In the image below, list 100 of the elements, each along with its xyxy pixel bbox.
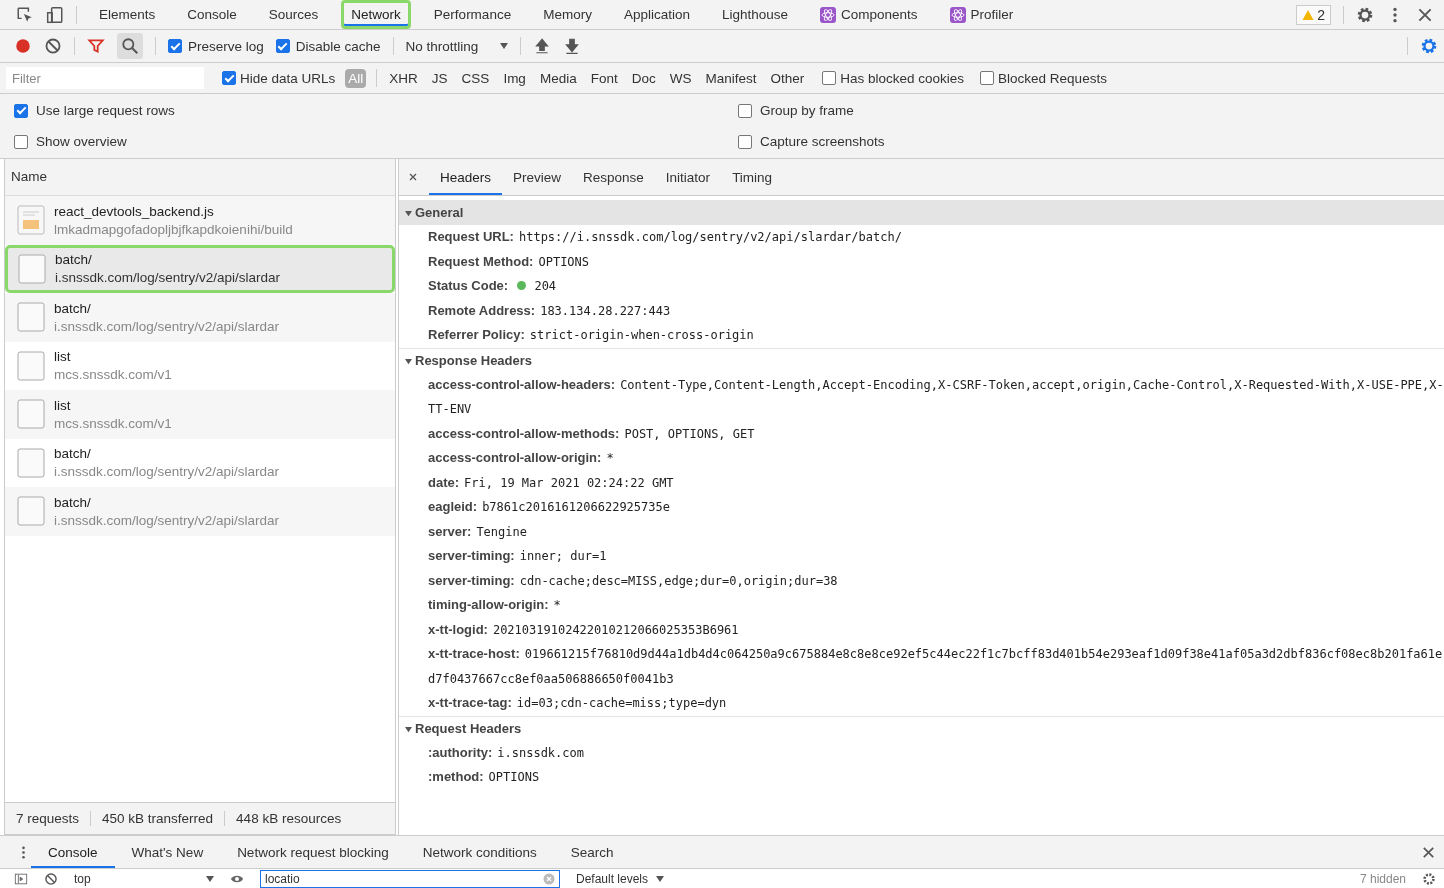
- checkbox[interactable]: [738, 134, 752, 149]
- request-row[interactable]: list mcs.snssdk.com/v1: [5, 341, 395, 390]
- request-name: list: [54, 397, 72, 413]
- header-line: timing-allow-origin: *: [427, 596, 562, 614]
- request-path: mcs.snssdk.com/v1: [54, 367, 172, 383]
- type-filter-button[interactable]: XHR: [387, 68, 420, 88]
- summary-text: 7 requests: [5, 811, 92, 826]
- log-levels-dropdown[interactable]: Default levels: [576, 871, 665, 886]
- warning-badge[interactable]: 2: [1296, 4, 1331, 25]
- section-header[interactable]: General: [399, 200, 1444, 225]
- detail-tab[interactable]: Preview: [502, 159, 573, 195]
- panel-tab[interactable]: Lighthouse: [712, 0, 798, 29]
- context-dropdown[interactable]: top: [74, 871, 214, 886]
- type-filter-button[interactable]: WS: [667, 68, 694, 88]
- panel-tab[interactable]: Profiler: [940, 0, 1023, 29]
- panel-tab[interactable]: Memory: [534, 0, 601, 29]
- filter-field[interactable]: Filter: [6, 67, 204, 89]
- settings-icon[interactable]: [1420, 37, 1438, 55]
- drawer-tab[interactable]: Network conditions: [405, 836, 554, 868]
- section-header[interactable]: Response Headers: [399, 347, 1444, 373]
- checkbox-label: Has blocked cookies: [840, 70, 965, 86]
- settings-icon[interactable]: [1422, 871, 1436, 886]
- request-row[interactable]: list mcs.snssdk.com/v1: [5, 390, 395, 439]
- file-icon: [17, 350, 45, 381]
- panel-tab[interactable]: Console: [178, 0, 246, 29]
- caret-icon: [656, 875, 665, 882]
- console-filter-field[interactable]: locatio: [260, 869, 560, 888]
- settings-icon[interactable]: [1356, 5, 1374, 24]
- request-row[interactable]: react_devtools_backend.js lmkadmapgofadopljbjfkapdkoienihi/build: [5, 196, 395, 245]
- panel-tab[interactable]: Sources: [259, 0, 328, 29]
- checkbox[interactable]: [980, 71, 995, 85]
- type-filter-button[interactable]: Manifest: [703, 68, 759, 88]
- close-icon[interactable]: [408, 172, 418, 182]
- search-icon[interactable]: [117, 33, 143, 59]
- request-name: react_devtools_backend.js: [54, 203, 215, 219]
- panel-tab[interactable]: Application: [614, 0, 699, 29]
- header-line: x-tt-logid: 20210319102422010212066025353B6961: [427, 620, 740, 639]
- column-header[interactable]: Name: [5, 159, 395, 196]
- caret-icon: [206, 875, 214, 882]
- type-filter-button[interactable]: JS: [429, 68, 450, 88]
- sidebar-icon[interactable]: [14, 871, 28, 886]
- type-filter-button[interactable]: Doc: [629, 68, 658, 88]
- panel-tab[interactable]: Network: [341, 0, 411, 29]
- checkbox-label: Capture screenshots: [760, 134, 885, 149]
- header-line: Request Method: OPTIONS: [427, 252, 591, 271]
- drawer-tab[interactable]: Search: [553, 836, 631, 868]
- drawer-tab[interactable]: What's New: [114, 836, 221, 868]
- checkbox[interactable]: [14, 103, 28, 118]
- checkbox[interactable]: [168, 39, 182, 53]
- drawer-tab[interactable]: Console: [31, 836, 115, 868]
- react-logo-icon: [820, 6, 837, 23]
- detail-tab[interactable]: Headers: [429, 159, 503, 195]
- record-icon[interactable]: [14, 37, 32, 55]
- request-path: i.snssdk.com/log/sentry/v2/api/slardar: [54, 318, 280, 334]
- file-icon: [17, 447, 45, 478]
- type-filter-button[interactable]: CSS: [459, 68, 492, 88]
- detail-tab[interactable]: Initiator: [654, 159, 722, 195]
- inspect-icon[interactable]: [16, 5, 34, 24]
- clear-icon[interactable]: [44, 871, 58, 886]
- section-header[interactable]: Request Headers: [399, 715, 1444, 741]
- request-row[interactable]: batch/ i.snssdk.com/log/sentry/v2/api/slardar: [5, 438, 395, 487]
- header-line: eagleid: b7861c2016161206622925735e: [427, 498, 671, 516]
- checkbox[interactable]: [14, 134, 28, 149]
- request-name: list: [54, 349, 72, 365]
- checkbox[interactable]: [222, 71, 236, 85]
- type-filter-button[interactable]: Other: [768, 68, 807, 88]
- filter-icon[interactable]: [87, 37, 105, 55]
- request-name: batch/: [55, 252, 93, 268]
- triangle-icon: [405, 210, 412, 217]
- type-filter-button[interactable]: Img: [501, 68, 528, 88]
- detail-tab[interactable]: Response: [572, 159, 655, 195]
- file-icon: [18, 253, 46, 284]
- clear-input-icon[interactable]: [543, 872, 555, 885]
- close-icon[interactable]: [1421, 844, 1436, 860]
- request-path: lmkadmapgofadopljbjfkapdkoienihi/build: [54, 221, 293, 237]
- checkbox[interactable]: [738, 103, 752, 118]
- drawer-tab[interactable]: Network request blocking: [220, 836, 406, 868]
- request-row[interactable]: batch/ i.snssdk.com/log/sentry/v2/api/slardar: [5, 487, 395, 536]
- request-row[interactable]: batch/ i.snssdk.com/log/sentry/v2/api/slardar: [5, 293, 395, 342]
- checkbox-label: Preserve log: [188, 38, 264, 54]
- device-toolbar-icon[interactable]: [46, 5, 64, 24]
- checkbox[interactable]: [275, 39, 290, 53]
- panel-tab[interactable]: Performance: [424, 0, 521, 29]
- header-line: access-control-allow-methods: POST, OPTIONS, GET: [427, 424, 756, 443]
- download-icon[interactable]: [563, 37, 582, 55]
- throttling-dropdown[interactable]: No throttling: [405, 38, 509, 54]
- checkbox[interactable]: [822, 71, 837, 85]
- panel-tab[interactable]: Components: [811, 0, 927, 29]
- checkbox-label: Group by frame: [760, 103, 854, 118]
- upload-icon[interactable]: [533, 37, 552, 55]
- header-line: server-timing: cdn-cache;desc=MISS,edge;dur=0,origin;dur=38: [427, 571, 839, 590]
- clear-icon[interactable]: [44, 37, 62, 55]
- type-filter-button[interactable]: Media: [537, 68, 579, 88]
- request-row[interactable]: batch/ i.snssdk.com/log/sentry/v2/api/slardar: [5, 244, 395, 293]
- panel-tab[interactable]: Elements: [90, 0, 165, 29]
- summary-text: 450 kB transferred: [91, 811, 226, 826]
- detail-tab[interactable]: Timing: [721, 159, 784, 195]
- type-filter-button[interactable]: Font: [588, 68, 620, 88]
- request-path: mcs.snssdk.com/v1: [54, 415, 172, 431]
- checkbox-label: Blocked Requests: [998, 70, 1107, 86]
